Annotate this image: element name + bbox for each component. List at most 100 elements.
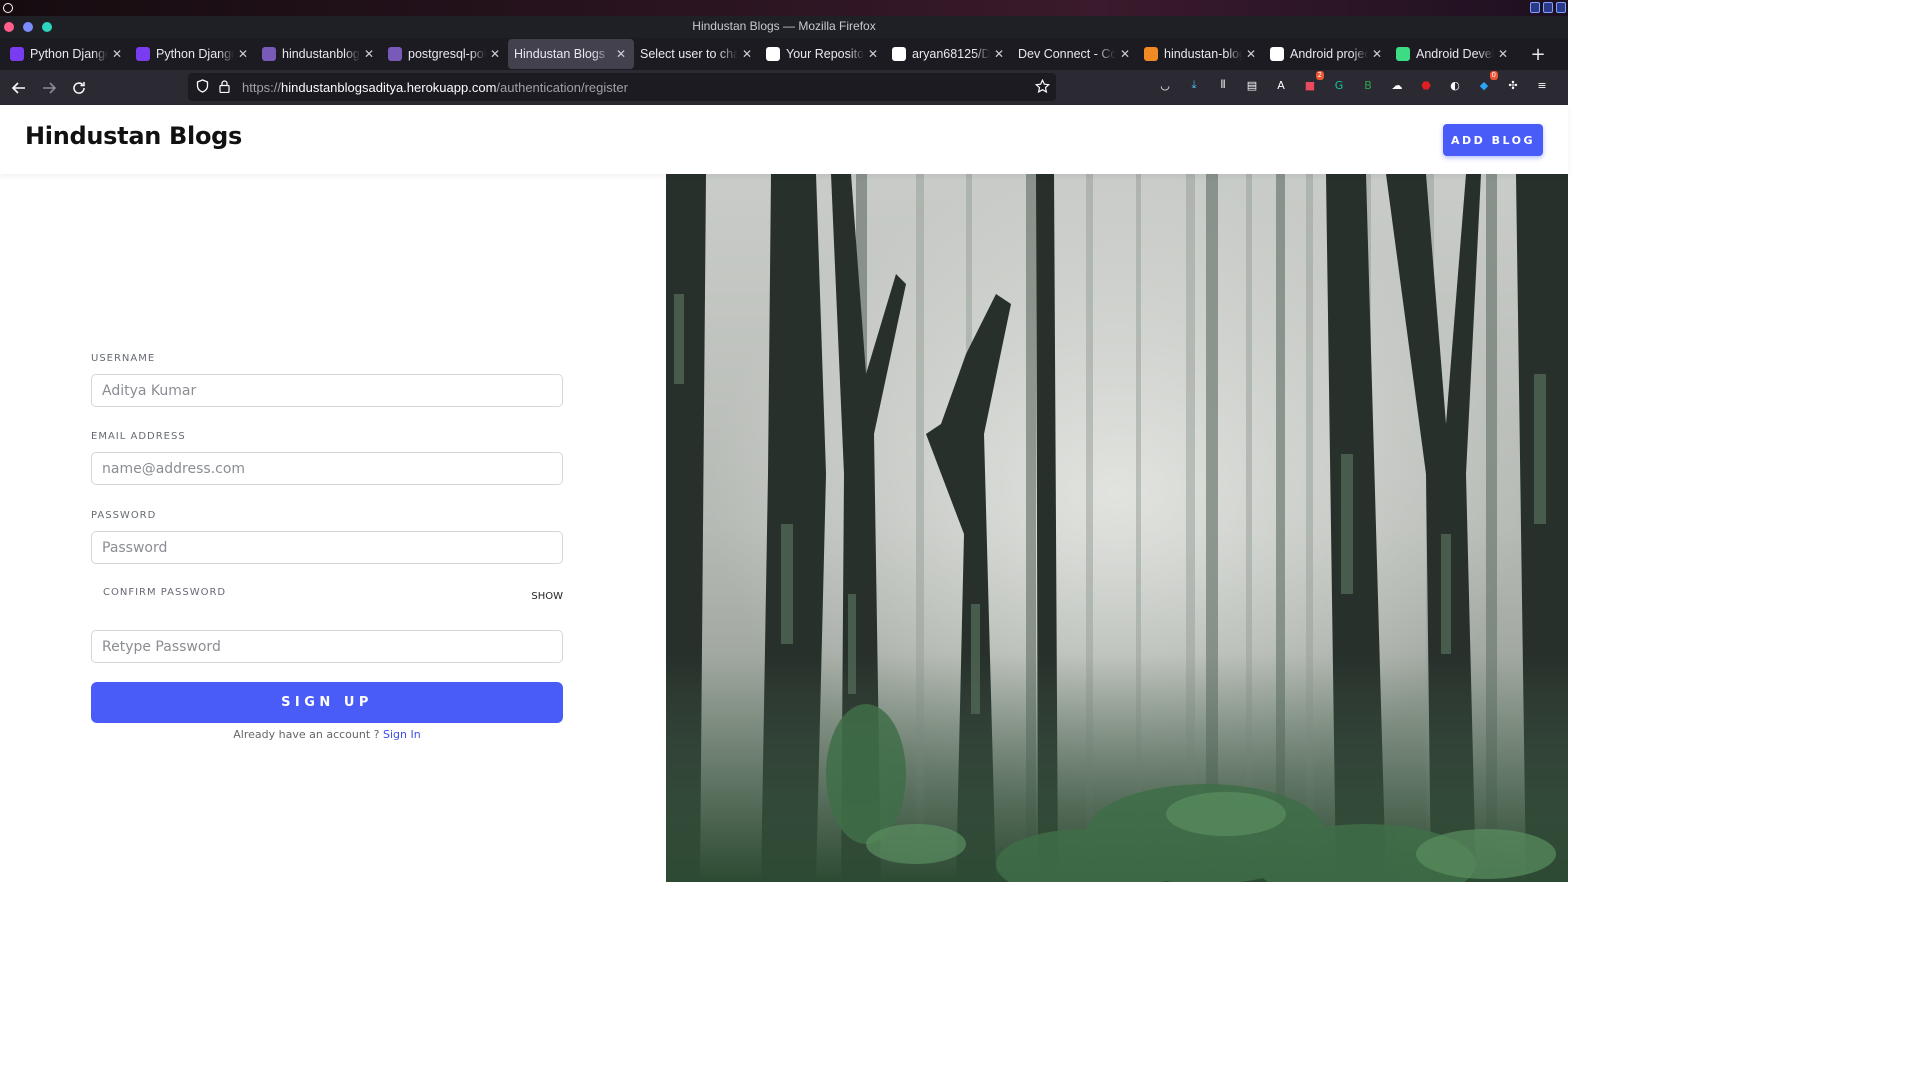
sign-in-link[interactable]: Sign In (383, 728, 421, 741)
tab-label: Python Django (30, 47, 108, 61)
account-icon[interactable]: A (1272, 76, 1290, 94)
password-label: PASSWORD (91, 510, 157, 521)
tab-10[interactable]: Android project ✕ (1264, 39, 1390, 69)
close-tab-icon[interactable]: ✕ (1118, 47, 1132, 61)
extension-red-icon[interactable]: ■ 2 (1301, 71, 1324, 94)
extension-glyph: ■ (1304, 78, 1316, 92)
downloads-icon[interactable]: ⤓ (1185, 76, 1203, 94)
email-label: EMAIL ADDRESS (91, 431, 186, 442)
lock-icon[interactable] (219, 78, 230, 97)
navigation-bar: https://hindustanblogsaditya.herokuapp.c… (0, 70, 1568, 105)
close-tab-icon[interactable]: ✕ (740, 47, 754, 61)
tab-4[interactable]: Hindustan Blogs ✕ (508, 39, 634, 69)
tab-9[interactable]: hindustan-blogs✕ (1138, 39, 1264, 69)
add-blog-button[interactable]: ADD BLOG (1443, 124, 1543, 156)
os-top-bar (0, 0, 1568, 16)
reader-view-icon[interactable]: ▤ (1243, 76, 1261, 94)
forward-icon[interactable] (34, 73, 64, 103)
close-tab-icon[interactable]: ✕ (992, 47, 1006, 61)
confirm-password-input[interactable] (91, 630, 563, 663)
tab-label: postgresql-polis (408, 47, 486, 61)
show-password-toggle[interactable]: SHOW (531, 591, 563, 602)
heroku-favicon-icon (262, 47, 276, 61)
cloud-icon[interactable]: ☁ (1388, 76, 1406, 94)
tab-label: hindustanblogs (282, 47, 360, 61)
extension-glyph: ⬣ (1421, 78, 1431, 92)
sign-up-button[interactable]: SIGN UP (91, 682, 563, 723)
python-django-favicon-icon (136, 47, 150, 61)
close-tab-icon[interactable]: ✕ (866, 47, 880, 61)
bookmark-star-icon[interactable] (1034, 78, 1051, 98)
site-header: Hindustan Blogs ADD BLOG (0, 105, 1568, 174)
url-text[interactable]: https://hindustanblogsaditya.herokuapp.c… (242, 80, 628, 95)
extension-badge: 2 (1315, 71, 1324, 80)
extensions-toolbar: ◡ ⤓ ⫴ ▤ A ■ 2 G B ☁ ⬣ ◐ ◆ 0 ✣ ≡ (1156, 71, 1551, 94)
extension-glyph: G (1334, 78, 1344, 92)
back-icon[interactable] (4, 73, 34, 103)
tracking-shield-icon[interactable] (196, 78, 209, 97)
window-titlebar: Hindustan Blogs — Mozilla Firefox (0, 16, 1568, 38)
close-tab-icon[interactable]: ✕ (1496, 47, 1510, 61)
heroku-favicon-icon (388, 47, 402, 61)
extension-glyph: B (1364, 78, 1372, 92)
tab-2[interactable]: hindustanblogs ✕ (256, 39, 382, 69)
confirm-password-label: CONFIRM PASSWORD (103, 587, 227, 598)
username-label: USERNAME (91, 353, 156, 364)
email-input[interactable] (91, 452, 563, 485)
extension-glyph: ⫴ (1220, 78, 1226, 91)
library-icon[interactable]: ⫴ (1214, 76, 1232, 94)
close-tab-icon[interactable]: ✕ (488, 47, 502, 61)
forest-hero-image (666, 174, 1568, 882)
username-input[interactable] (91, 374, 563, 407)
close-tab-icon[interactable]: ✕ (362, 47, 376, 61)
new-tab-icon[interactable]: + (1526, 44, 1550, 65)
extension-glyph: ☁ (1391, 78, 1403, 92)
extension-ghost-icon[interactable]: ◐ (1446, 76, 1464, 94)
google-favicon-icon (1270, 47, 1284, 61)
tab-7[interactable]: aryan68125/Django✕ (886, 39, 1012, 69)
os-launcher-icon[interactable] (3, 3, 13, 13)
close-tab-icon[interactable]: ✕ (1370, 47, 1384, 61)
tab-label: hindustan-blogs (1164, 47, 1242, 61)
tab-0[interactable]: Python Django ✕ (4, 39, 130, 69)
url-domain: hindustanblogsaditya.herokuapp.com (281, 79, 497, 95)
extension-glyph: ◡ (1160, 78, 1170, 92)
tab-label: Android project (1290, 47, 1368, 61)
extension-glyph: ≡ (1537, 78, 1547, 92)
close-tab-icon[interactable]: ✕ (110, 47, 124, 61)
extension-glyph: ⤓ (1191, 78, 1197, 91)
tab-8[interactable]: Dev Connect - Connect✕ (1012, 39, 1138, 69)
password-input[interactable] (91, 531, 563, 564)
extension-b-icon[interactable]: B (1359, 76, 1377, 94)
tab-6[interactable]: Your Repositories✕ (760, 39, 886, 69)
site-brand[interactable]: Hindustan Blogs (25, 122, 242, 150)
extension-blue-icon[interactable]: ◆ 0 (1475, 71, 1498, 94)
grammarly-icon[interactable]: G (1330, 76, 1348, 94)
close-tab-icon[interactable]: ✕ (1244, 47, 1258, 61)
url-prefix: https:// (242, 79, 282, 95)
extension-badge: 0 (1489, 71, 1498, 80)
os-workspace-indicator[interactable] (1530, 2, 1566, 13)
extensions-puzzle-icon[interactable]: ✣ (1504, 76, 1522, 94)
close-tab-icon[interactable]: ✕ (236, 47, 250, 61)
tab-1[interactable]: Python Django ✕ (130, 39, 256, 69)
signin-prompt: Already have an account ? Sign In (91, 728, 563, 741)
tab-label: aryan68125/Django (912, 47, 990, 61)
tab-label: Python Django (156, 47, 234, 61)
tab-11[interactable]: Android Developers✕ (1390, 39, 1516, 69)
extension-glyph: ◆ (1479, 78, 1489, 92)
android-favicon-icon (1396, 47, 1410, 61)
tab-5[interactable]: Select user to change✕ (634, 39, 760, 69)
tab-label: Hindustan Blogs (514, 47, 606, 61)
python-django-favicon-icon (10, 47, 24, 61)
box-favicon-icon (1144, 47, 1158, 61)
tab-3[interactable]: postgresql-polis✕ (382, 39, 508, 69)
pocket-icon[interactable]: ◡ (1156, 76, 1174, 94)
tab-label: Your Repositories (786, 47, 864, 61)
menu-icon[interactable]: ≡ (1533, 76, 1551, 94)
close-tab-icon[interactable]: ✕ (614, 47, 628, 61)
reload-icon[interactable] (64, 73, 94, 103)
ublock-icon[interactable]: ⬣ (1417, 76, 1435, 94)
url-bar[interactable]: https://hindustanblogsaditya.herokuapp.c… (188, 73, 1056, 101)
extension-glyph: ▤ (1246, 78, 1258, 92)
